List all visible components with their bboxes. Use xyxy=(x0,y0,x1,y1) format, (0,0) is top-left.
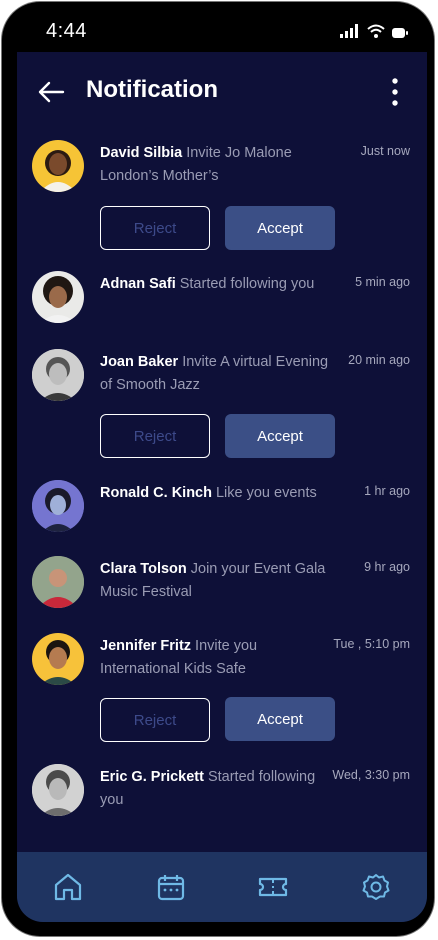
notification-time: Just now xyxy=(360,144,410,158)
notification-message: Started following you xyxy=(179,276,315,292)
notification-name: Jennifer Fritz xyxy=(100,638,192,654)
notification-name: David Silbia xyxy=(100,145,183,161)
notification-name: Adnan Safi xyxy=(100,276,176,292)
avatar[interactable] xyxy=(32,633,84,685)
calendar-icon[interactable] xyxy=(154,870,188,904)
notification-name: Joan Baker xyxy=(100,354,179,370)
status-bar: 4:44 xyxy=(2,2,438,52)
notification-time: 5 min ago xyxy=(355,275,410,289)
wifi-icon xyxy=(367,24,385,43)
header: Notification xyxy=(17,52,427,132)
avatar[interactable] xyxy=(32,271,84,323)
reject-button[interactable]: Reject xyxy=(100,698,210,742)
reject-button[interactable]: Reject xyxy=(100,206,210,250)
home-icon[interactable] xyxy=(51,870,85,904)
notification-time: 1 hr ago xyxy=(364,484,410,498)
notification-message: Like you events xyxy=(215,485,317,501)
reject-button[interactable]: Reject xyxy=(100,414,210,458)
avatar[interactable] xyxy=(32,140,84,192)
notification-name: Eric G. Prickett xyxy=(100,769,204,785)
app-screen: Notification David Silbia Invite Jo Malon… xyxy=(17,52,427,922)
accept-button[interactable]: Accept xyxy=(225,206,335,250)
avatar[interactable] xyxy=(32,349,84,401)
status-time: 4:44 xyxy=(46,20,87,42)
phone-frame: 4:44 Notification David Silbia Invite Jo… xyxy=(2,2,434,936)
notification-time: 20 min ago xyxy=(348,353,410,367)
notification-time: Tue , 5:10 pm xyxy=(333,637,410,651)
back-arrow-icon[interactable] xyxy=(37,78,65,106)
notification-time: 9 hr ago xyxy=(364,560,410,574)
notification-name: Ronald C. Kinch xyxy=(100,485,212,501)
cellular-signal-icon xyxy=(340,24,360,43)
settings-icon[interactable] xyxy=(359,870,393,904)
more-options-icon[interactable] xyxy=(385,76,405,108)
accept-button[interactable]: Accept xyxy=(225,697,335,741)
battery-icon xyxy=(392,25,408,43)
accept-button[interactable]: Accept xyxy=(225,414,335,458)
notification-name: Clara Tolson xyxy=(100,561,187,577)
page-title: Notification xyxy=(86,76,218,103)
avatar[interactable] xyxy=(32,480,84,532)
avatar[interactable] xyxy=(32,556,84,608)
ticket-icon[interactable] xyxy=(256,870,290,904)
avatar[interactable] xyxy=(32,764,84,816)
bottom-nav xyxy=(17,852,427,922)
notification-time: Wed, 3:30 pm xyxy=(332,768,410,782)
